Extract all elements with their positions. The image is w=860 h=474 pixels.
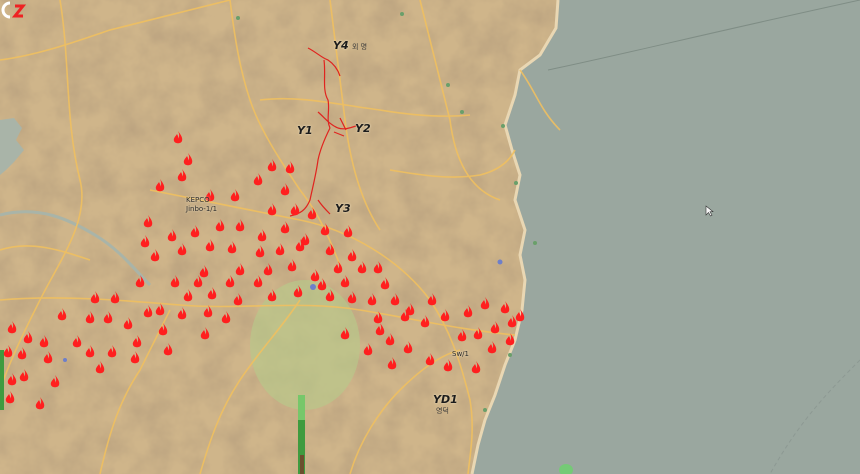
green-bar-base [300,455,304,474]
map-view[interactable]: Y4 외 명 Y1 Y2 Y3 KEPCO Jinbo-1/1 YD1 영덕 S… [0,0,860,474]
label-kepco: KEPCO [186,196,210,204]
label-yd1: YD1 [433,393,458,406]
broadcaster-logo-icon [1,1,26,19]
cursor-icon [705,205,714,217]
label-kepco-sub: Jinbo-1/1 [186,205,218,213]
boundary-line [769,359,860,474]
ferry-route [547,0,860,71]
label-yd1-korean: 영덕 [436,407,449,415]
terrain-texture [0,0,558,474]
label-y2: Y2 [355,122,371,135]
label-y3: Y3 [335,202,351,215]
label-y1: Y1 [297,124,313,137]
green-blob [559,464,573,474]
green-bar [0,350,4,410]
label-sw: Sw/1 [452,350,469,358]
green-bar-top [298,395,305,420]
map-canvas [0,0,860,474]
label-y4: Y4 [333,39,349,52]
label-y4-korean: 외 명 [352,43,368,51]
